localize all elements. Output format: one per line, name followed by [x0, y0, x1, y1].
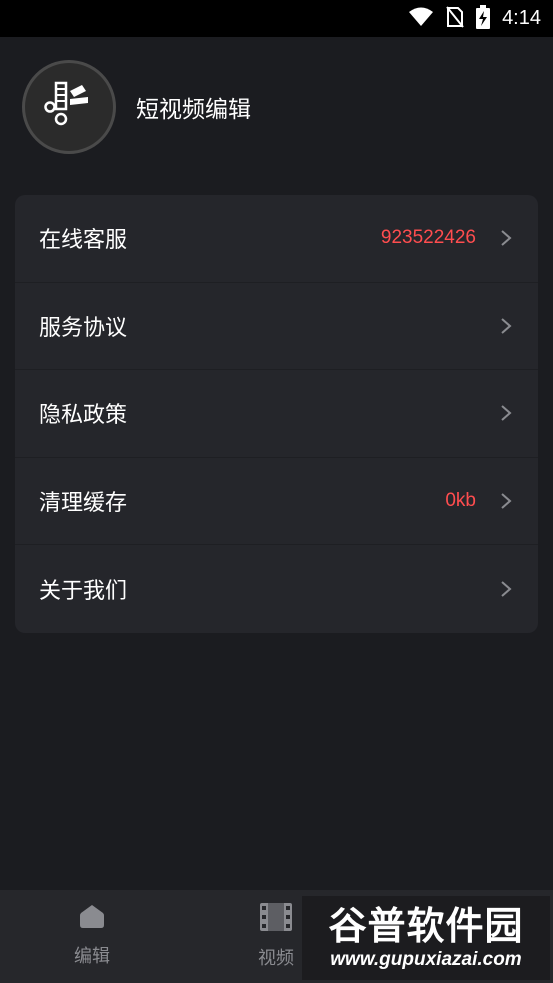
- menu-item-clear-cache[interactable]: 清理缓存 0kb: [15, 458, 538, 546]
- avatar[interactable]: [22, 60, 116, 154]
- chevron-right-icon: [498, 403, 514, 423]
- customer-service-number: 923522426: [380, 227, 476, 249]
- scissors-film-icon: [42, 81, 96, 133]
- menu-item-label: 在线客服: [39, 228, 128, 254]
- nav-tab-label: 编辑: [74, 946, 110, 967]
- watermark-brand: 谷普软件园: [328, 904, 524, 948]
- chevron-right-icon: [498, 579, 514, 599]
- status-time: 4:14: [502, 7, 541, 29]
- film-icon: [259, 902, 293, 936]
- status-icons: 4:14: [408, 0, 541, 37]
- app-title: 短视频编辑: [136, 97, 251, 123]
- menu-item-label: 关于我们: [39, 579, 128, 605]
- chevron-right-icon: [498, 316, 514, 336]
- profile-header: 短视频编辑: [22, 60, 251, 154]
- menu-item-about-us[interactable]: 关于我们: [15, 545, 538, 633]
- no-sim-icon: [446, 5, 464, 32]
- menu-item-label: 隐私政策: [39, 403, 128, 429]
- home-icon: [78, 902, 106, 934]
- nav-tab-label: 视频: [258, 948, 294, 969]
- status-bar: 4:14: [0, 0, 553, 37]
- cache-size: 0kb: [445, 490, 476, 512]
- watermark: 谷普软件园 www.gupuxiazai.com: [302, 896, 550, 980]
- nav-tab-edit[interactable]: 编辑: [0, 890, 184, 983]
- watermark-url: www.gupuxiazai.com: [330, 949, 522, 970]
- menu-item-service-agreement[interactable]: 服务协议: [15, 283, 538, 371]
- chevron-right-icon: [498, 228, 514, 248]
- menu-item-label: 清理缓存: [39, 491, 128, 517]
- menu-item-privacy-policy[interactable]: 隐私政策: [15, 370, 538, 458]
- menu-item-label: 服务协议: [39, 315, 128, 341]
- settings-menu: 在线客服 923522426 服务协议 隐私政策 清理缓存 0kb 关于我们: [15, 195, 538, 633]
- battery-charging-icon: [476, 4, 491, 33]
- menu-item-customer-service[interactable]: 在线客服 923522426: [15, 195, 538, 283]
- wifi-icon: [408, 7, 434, 31]
- chevron-right-icon: [498, 491, 514, 511]
